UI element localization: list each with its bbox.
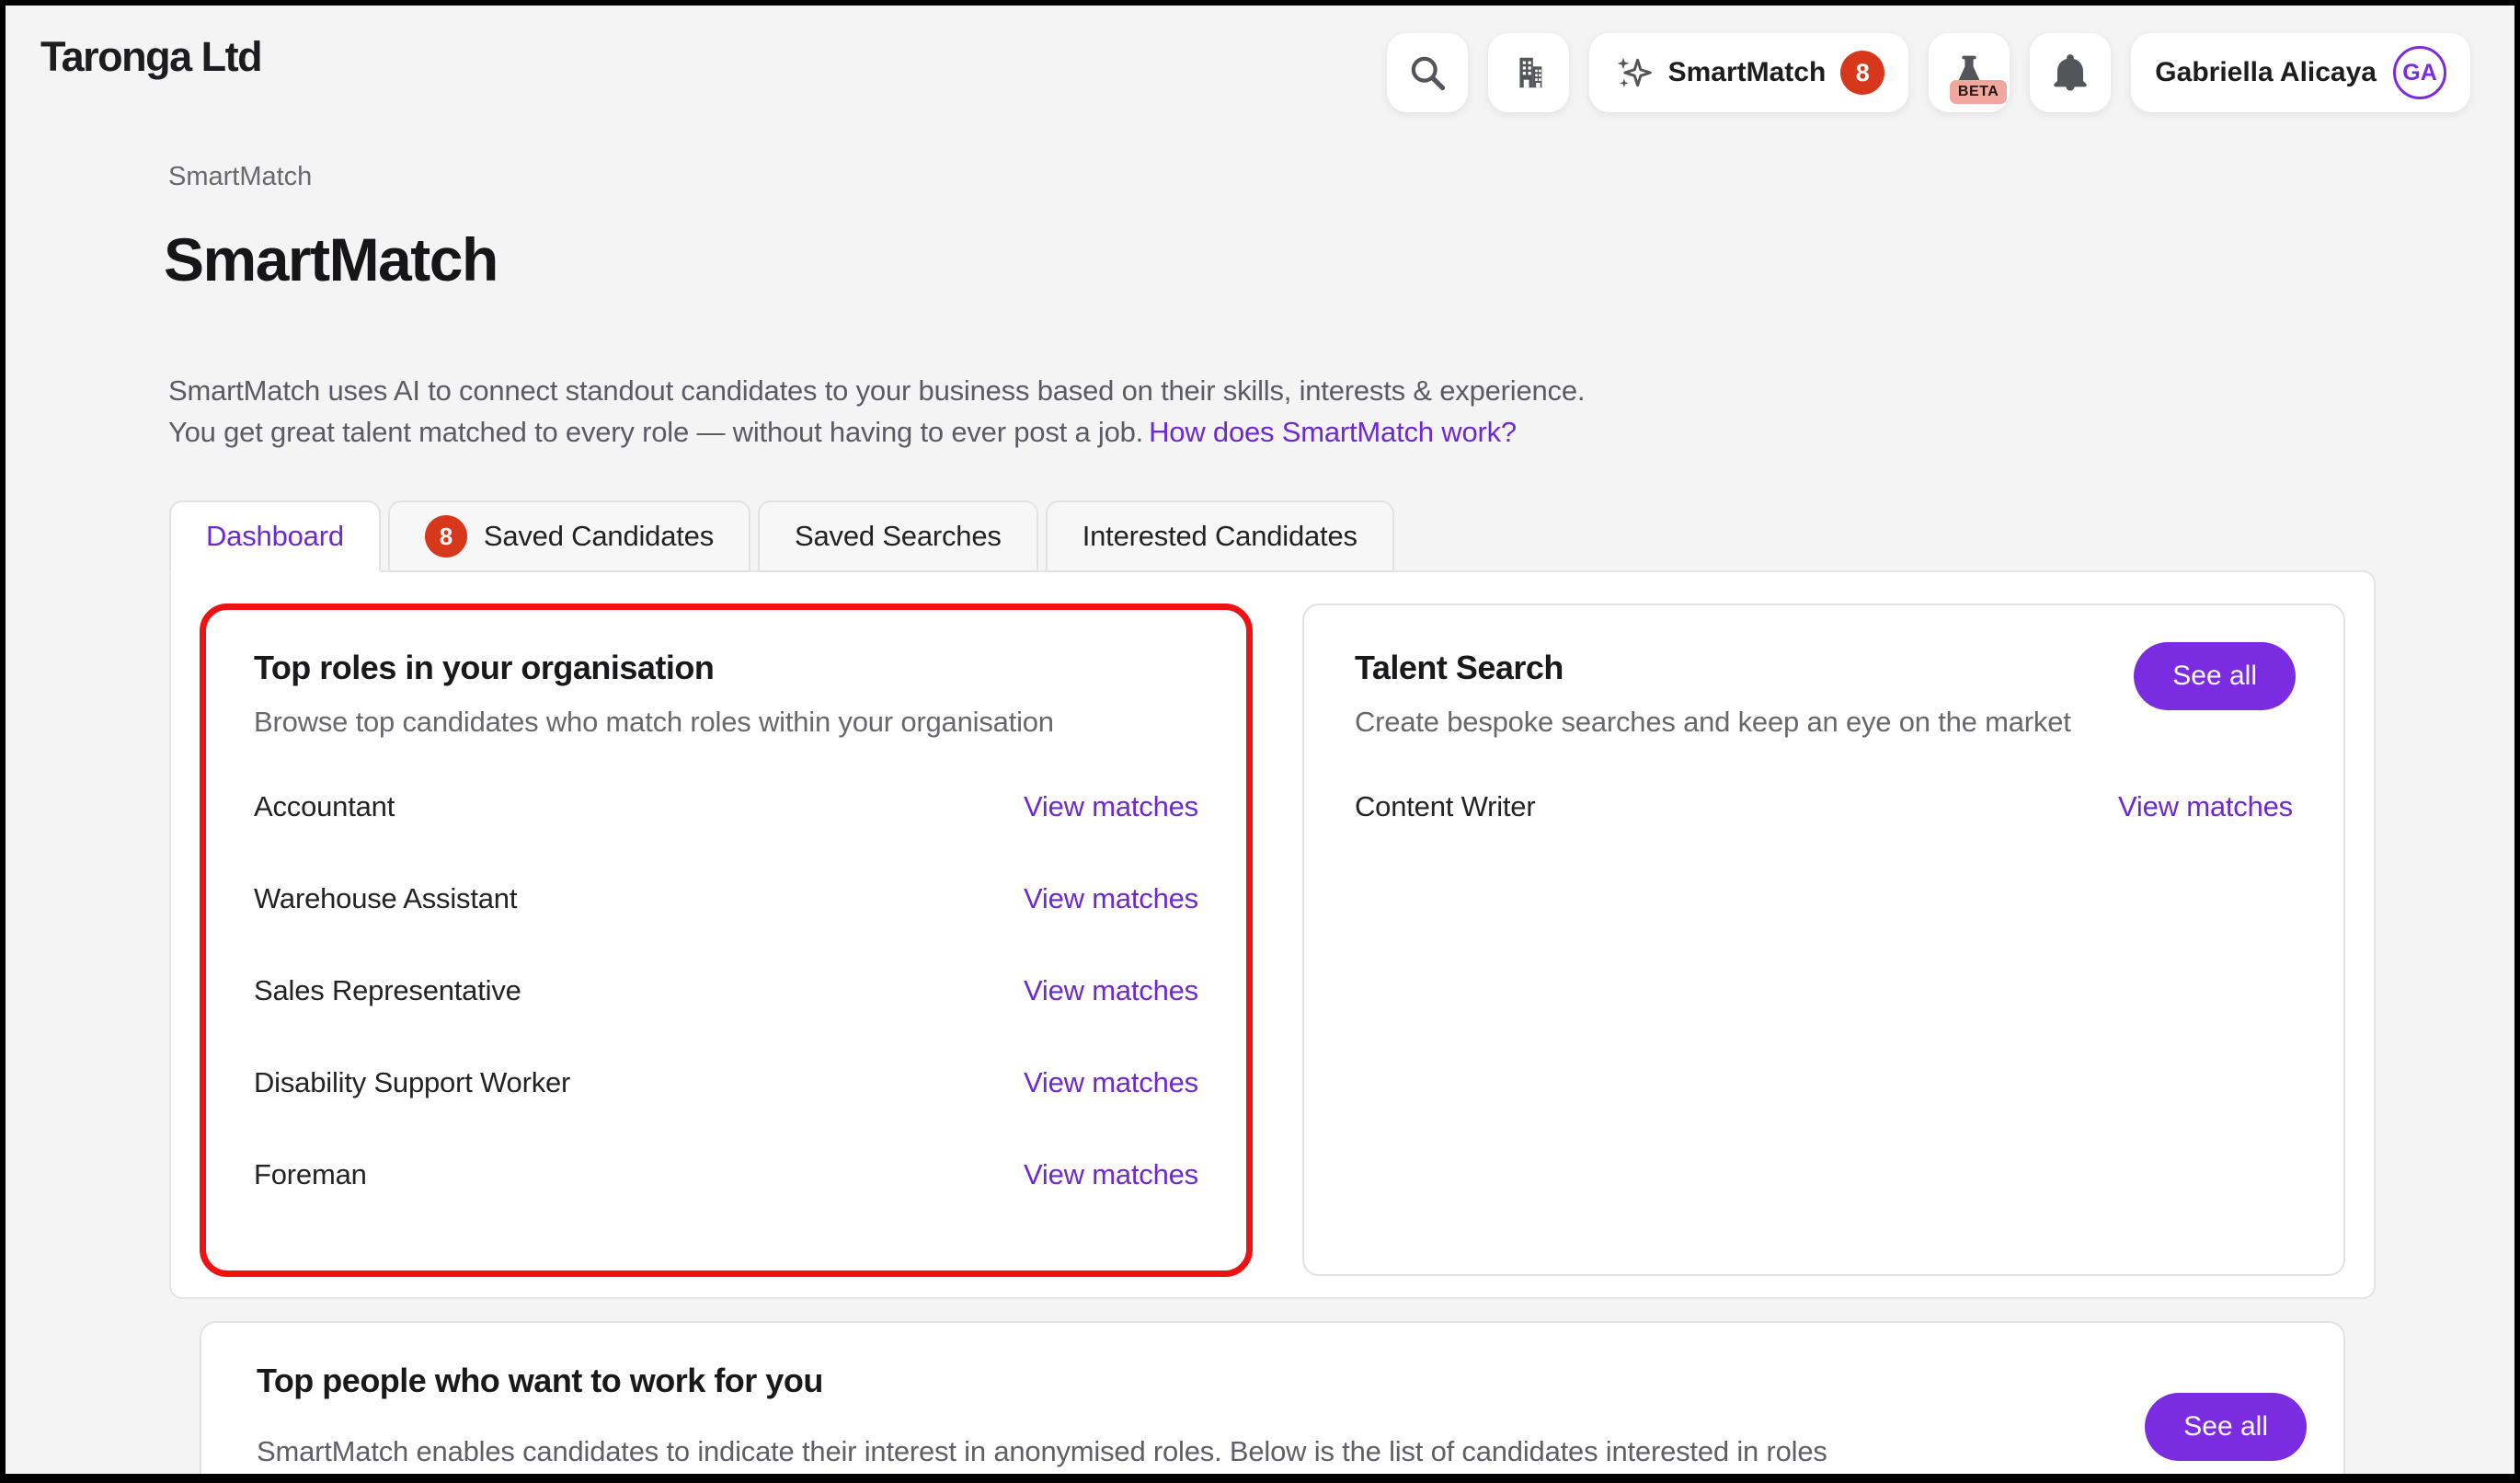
role-name: Foreman bbox=[254, 1158, 367, 1191]
talent-search-subtitle: Create bespoke searches and keep an eye … bbox=[1355, 706, 2293, 739]
talent-search-see-all-button[interactable]: See all bbox=[2134, 642, 2296, 710]
top-roles-list: Accountant View matches Warehouse Assist… bbox=[254, 761, 1198, 1221]
tab-saved-candidates[interactable]: 8 Saved Candidates bbox=[388, 500, 750, 572]
role-row: Accountant View matches bbox=[254, 761, 1198, 853]
view-matches-link[interactable]: View matches bbox=[1024, 1158, 1198, 1191]
avatar: GA bbox=[2393, 46, 2446, 99]
role-row: Foreman View matches bbox=[254, 1129, 1198, 1221]
search-name: Content Writer bbox=[1355, 790, 1535, 823]
tab-label: Saved Searches bbox=[795, 520, 1002, 553]
tab-dashboard[interactable]: Dashboard bbox=[169, 500, 381, 572]
smartmatch-count-badge: 8 bbox=[1840, 51, 1884, 95]
saved-candidates-count-badge: 8 bbox=[425, 515, 467, 558]
role-row: Sales Representative View matches bbox=[254, 945, 1198, 1037]
view-matches-link[interactable]: View matches bbox=[1024, 790, 1198, 823]
app-window: Taronga Ltd bbox=[0, 0, 2520, 1483]
beta-badge: BETA bbox=[1950, 80, 2007, 104]
profile-button[interactable]: Gabriella Alicaya GA bbox=[2131, 33, 2470, 112]
tab-saved-searches[interactable]: Saved Searches bbox=[758, 500, 1038, 572]
tab-label: Saved Candidates bbox=[484, 520, 714, 553]
notifications-button[interactable] bbox=[2030, 33, 2111, 112]
header-actions: SmartMatch 8 BETA Gabriella Alicaya GA bbox=[1387, 33, 2470, 112]
search-row: Content Writer View matches bbox=[1355, 761, 2293, 853]
interested-title: Top people who want to work for you bbox=[257, 1362, 2288, 1400]
top-roles-card: Top roles in your organisation Browse to… bbox=[200, 604, 1253, 1277]
role-name: Sales Representative bbox=[254, 974, 521, 1007]
interested-see-all-button[interactable]: See all bbox=[2145, 1393, 2307, 1461]
sparkle-icon bbox=[1613, 52, 1654, 93]
view-matches-link[interactable]: View matches bbox=[2118, 790, 2293, 823]
profile-name: Gabriella Alicaya bbox=[2155, 57, 2377, 88]
top-roles-title: Top roles in your organisation bbox=[254, 649, 1198, 687]
bell-icon bbox=[2049, 52, 2091, 94]
smartmatch-nav-button[interactable]: SmartMatch 8 bbox=[1589, 33, 1909, 112]
labs-beta-button[interactable]: BETA bbox=[1929, 33, 2010, 112]
how-it-works-link[interactable]: How does SmartMatch work? bbox=[1149, 416, 1517, 448]
view-matches-link[interactable]: View matches bbox=[1024, 1066, 1198, 1099]
tab-interested-candidates[interactable]: Interested Candidates bbox=[1046, 500, 1394, 572]
company-button[interactable] bbox=[1488, 33, 1569, 112]
search-icon bbox=[1406, 52, 1449, 94]
tab-label: Interested Candidates bbox=[1082, 520, 1357, 553]
search-button[interactable] bbox=[1387, 33, 1468, 112]
smartmatch-nav-label: SmartMatch bbox=[1668, 57, 1827, 88]
saved-searches-list: Content Writer View matches bbox=[1355, 761, 2293, 853]
role-row: Disability Support Worker View matches bbox=[254, 1037, 1198, 1129]
role-name: Disability Support Worker bbox=[254, 1066, 570, 1099]
interested-candidates-card: Top people who want to work for you Smar… bbox=[200, 1321, 2345, 1483]
page-title: SmartMatch bbox=[164, 224, 498, 294]
view-matches-link[interactable]: View matches bbox=[1024, 882, 1198, 915]
company-name: Taronga Ltd bbox=[40, 33, 261, 81]
description-line2: You get great talent matched to every ro… bbox=[168, 416, 1143, 448]
talent-search-card: Talent Search Create bespoke searches an… bbox=[1302, 604, 2345, 1276]
role-row: Warehouse Assistant View matches bbox=[254, 853, 1198, 945]
role-name: Accountant bbox=[254, 790, 395, 823]
interested-description: SmartMatch enables candidates to indicat… bbox=[257, 1426, 1903, 1483]
building-icon bbox=[1507, 52, 1550, 94]
role-name: Warehouse Assistant bbox=[254, 882, 517, 915]
view-matches-link[interactable]: View matches bbox=[1024, 974, 1198, 1007]
breadcrumb[interactable]: SmartMatch bbox=[168, 162, 312, 192]
description-line1: SmartMatch uses AI to connect standout c… bbox=[168, 374, 1585, 407]
page-description: SmartMatch uses AI to connect standout c… bbox=[168, 370, 1585, 453]
top-roles-subtitle: Browse top candidates who match roles wi… bbox=[254, 706, 1198, 739]
tab-bar: Dashboard 8 Saved Candidates Saved Searc… bbox=[169, 500, 1394, 572]
tab-label: Dashboard bbox=[206, 520, 344, 553]
